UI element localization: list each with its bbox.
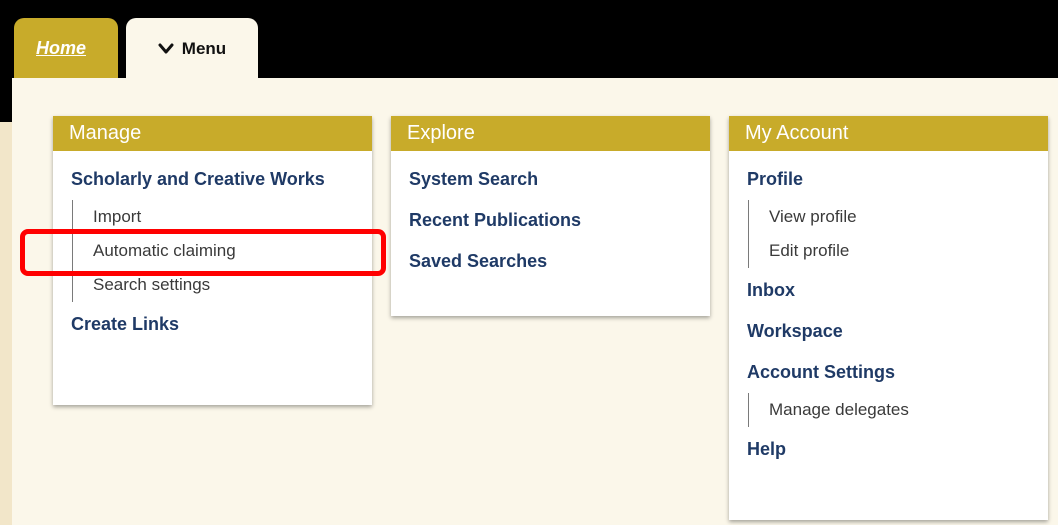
explore-panel-title: Explore	[391, 116, 710, 151]
menu-label: Menu	[181, 39, 227, 58]
left-edge-dark	[0, 78, 12, 122]
import-highlight-box	[20, 229, 386, 276]
help-link[interactable]: Help	[747, 439, 1034, 460]
recent-publications-link[interactable]: Recent Publications	[409, 210, 696, 231]
scholarly-works-link[interactable]: Scholarly and Creative Works	[71, 169, 331, 190]
view-profile-link[interactable]: View profile	[769, 200, 1034, 234]
my-account-panel-title: My Account	[729, 116, 1048, 151]
profile-link[interactable]: Profile	[747, 169, 1034, 190]
manage-panel-title: Manage	[53, 116, 372, 151]
explore-panel: Explore System Search Recent Publication…	[391, 116, 710, 316]
workspace-link[interactable]: Workspace	[747, 321, 1034, 342]
left-edge-strip	[0, 78, 12, 525]
tab-home[interactable]: Home	[14, 18, 118, 78]
saved-searches-link[interactable]: Saved Searches	[409, 251, 696, 272]
account-settings-link[interactable]: Account Settings	[747, 362, 1034, 383]
edit-profile-link[interactable]: Edit profile	[769, 234, 1034, 268]
chevron-down-icon	[158, 43, 174, 55]
my-account-panel: My Account Profile View profile Edit pro…	[729, 116, 1048, 520]
account-settings-sublist: Manage delegates	[748, 393, 1034, 427]
tab-menu[interactable]: Menu	[126, 18, 258, 80]
manage-delegates-link[interactable]: Manage delegates	[769, 393, 1034, 427]
profile-sublist: View profile Edit profile	[748, 200, 1034, 268]
inbox-link[interactable]: Inbox	[747, 280, 1034, 301]
home-link[interactable]: Home	[36, 38, 86, 59]
create-links-link[interactable]: Create Links	[71, 314, 358, 335]
system-search-link[interactable]: System Search	[409, 169, 696, 190]
